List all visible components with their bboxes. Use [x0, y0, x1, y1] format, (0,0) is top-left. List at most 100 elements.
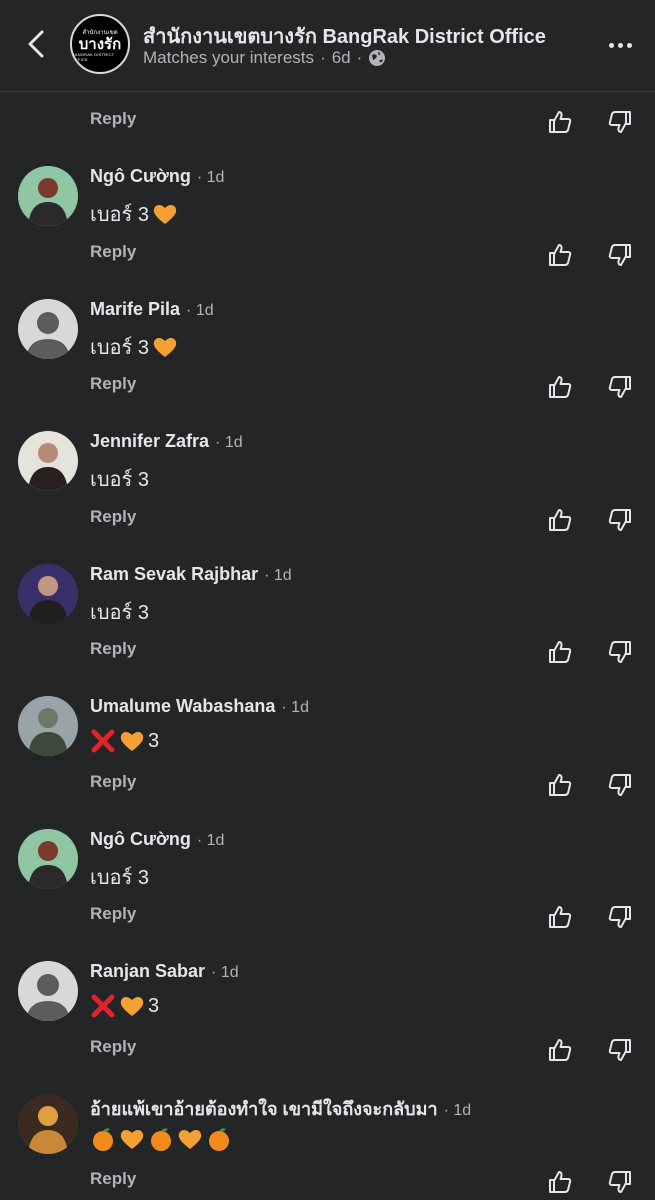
tangerine-icon	[209, 1128, 229, 1151]
comment-actions: Reply	[0, 1165, 655, 1200]
like-button[interactable]	[543, 1033, 577, 1067]
tangerine-icon	[151, 1128, 171, 1151]
commenter-name[interactable]: Marife Pila	[90, 299, 180, 320]
orange-heart-icon	[153, 338, 177, 357]
comment-body: เบอร์ 3	[90, 469, 149, 491]
commenter-name[interactable]: Ngô Cường	[90, 829, 191, 850]
more-options-button[interactable]	[602, 30, 638, 60]
globe-icon	[369, 50, 386, 66]
dislike-button[interactable]	[603, 635, 637, 669]
thumbs-up-icon	[549, 1039, 572, 1061]
reply-button[interactable]: Reply	[90, 639, 136, 659]
reply-button[interactable]: Reply	[90, 374, 136, 394]
profile-photo	[18, 696, 78, 756]
page-avatar-line2: บางรัก	[78, 35, 122, 53]
commenter-name[interactable]: Jennifer Zafra	[90, 431, 209, 452]
comment-time: 1d	[211, 964, 239, 982]
comment-item: Umalume Wabashana 1d 3	[0, 696, 655, 776]
commenter-avatar[interactable]	[18, 299, 78, 359]
like-button[interactable]	[543, 503, 577, 537]
commenter-avatar[interactable]	[18, 829, 78, 889]
dislike-button[interactable]	[603, 900, 637, 934]
dislike-button[interactable]	[603, 238, 637, 272]
like-button[interactable]	[543, 105, 577, 139]
thumbs-up-icon	[549, 774, 572, 796]
comment-item: Ngô Cường 1d เบอร์ 3	[0, 829, 655, 909]
commenter-avatar[interactable]	[18, 696, 78, 756]
comment-actions: Reply	[0, 635, 655, 671]
like-button[interactable]	[543, 370, 577, 404]
dislike-button[interactable]	[603, 1033, 637, 1067]
back-button[interactable]	[18, 26, 54, 62]
reply-button[interactable]: Reply	[90, 242, 136, 262]
profile-photo	[18, 564, 78, 624]
thumbs-up-icon	[549, 111, 572, 133]
like-button[interactable]	[543, 635, 577, 669]
thumbs-up-icon	[549, 509, 572, 531]
reply-button[interactable]: Reply	[90, 1169, 136, 1189]
page-avatar-line3: BANGRAK DISTRICT OFFICE	[72, 51, 115, 62]
thumbs-down-icon	[608, 111, 631, 133]
header-subtitle: Matches your interests · 6d ·	[143, 48, 386, 68]
thumbs-down-icon	[608, 244, 631, 266]
comment-item: อ้ายแพ้เขาอ้ายต้องทำใจ เขามีใจถึงจะกลับม…	[0, 1094, 655, 1174]
comment-actions: Reply	[0, 105, 655, 141]
comment-item: Ram Sevak Rajbhar 1d เบอร์ 3	[0, 564, 655, 644]
tangerine-icon	[93, 1128, 113, 1151]
profile-photo	[18, 431, 78, 491]
dislike-button[interactable]	[603, 1165, 637, 1199]
comment-text: เบอร์ 3	[90, 463, 149, 495]
comment-text: เบอร์ 3	[90, 861, 149, 893]
cross-mark-icon	[91, 994, 115, 1018]
reply-button[interactable]: Reply	[90, 507, 136, 527]
comment-text: 3	[90, 993, 159, 1019]
profile-photo	[18, 1094, 78, 1154]
comment-time: 1d	[281, 699, 309, 717]
default-avatar-icon	[18, 961, 78, 1021]
comment-meta: Ngô Cường 1d	[90, 166, 224, 187]
comment-item: Ranjan Sabar 1d 3	[0, 961, 655, 1041]
comment-text: เบอร์ 3	[90, 596, 149, 628]
dislike-button[interactable]	[603, 503, 637, 537]
commenter-name[interactable]: Ranjan Sabar	[90, 961, 205, 982]
commenter-name[interactable]: Umalume Wabashana	[90, 696, 275, 717]
thumbs-down-icon	[608, 774, 631, 796]
reply-button[interactable]: Reply	[90, 109, 136, 129]
comment-meta: Marife Pila 1d	[90, 299, 214, 320]
like-button[interactable]	[543, 238, 577, 272]
comment-meta: Ram Sevak Rajbhar 1d	[90, 564, 292, 585]
like-button[interactable]	[543, 1165, 577, 1199]
commenter-avatar[interactable]	[18, 431, 78, 491]
comment-body: เบอร์ 3	[90, 337, 149, 359]
reply-button[interactable]: Reply	[90, 772, 136, 792]
commenter-name[interactable]: อ้ายแพ้เขาอ้ายต้องทำใจ เขามีใจถึงจะกลับม…	[90, 1094, 438, 1123]
dislike-button[interactable]	[603, 105, 637, 139]
commenter-avatar[interactable]	[18, 564, 78, 624]
comment-text	[90, 1126, 235, 1152]
dislike-button[interactable]	[603, 370, 637, 404]
reply-button[interactable]: Reply	[90, 904, 136, 924]
commenter-name[interactable]: Ngô Cường	[90, 166, 191, 187]
thumbs-down-icon	[608, 1039, 631, 1061]
comment-body: เบอร์ 3	[90, 867, 149, 889]
dislike-button[interactable]	[603, 768, 637, 802]
comment-body: 3	[148, 994, 160, 1017]
comment-meta: Umalume Wabashana 1d	[90, 696, 309, 717]
comment-item: Ngô Cường 1d เบอร์ 3	[0, 166, 655, 246]
like-button[interactable]	[543, 768, 577, 802]
comment-actions: Reply	[0, 238, 655, 274]
comment-actions: Reply	[0, 370, 655, 406]
commenter-avatar[interactable]	[18, 961, 78, 1021]
orange-heart-icon	[178, 1130, 202, 1149]
commenter-avatar[interactable]	[18, 1094, 78, 1154]
comment-actions: Reply	[0, 1033, 655, 1069]
thumbs-up-icon	[549, 641, 572, 663]
comment-text: เบอร์ 3	[90, 198, 178, 230]
commenter-avatar[interactable]	[18, 166, 78, 226]
reply-button[interactable]: Reply	[90, 1037, 136, 1057]
like-button[interactable]	[543, 900, 577, 934]
commenter-name[interactable]: Ram Sevak Rajbhar	[90, 564, 258, 585]
page-avatar[interactable]: สำนักงานเขต บางรัก BANGRAK DISTRICT OFFI…	[70, 14, 130, 74]
comment-item: Jennifer Zafra 1d เบอร์ 3	[0, 431, 655, 511]
comment-item: Marife Pila 1d เบอร์ 3	[0, 299, 655, 379]
